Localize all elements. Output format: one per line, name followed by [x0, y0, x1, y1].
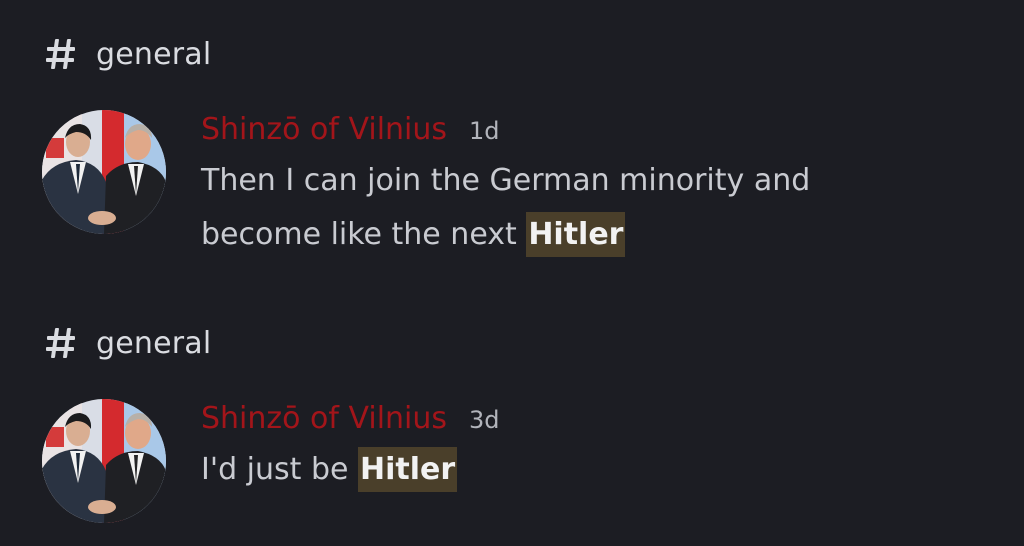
- search-highlight: Hitler: [358, 447, 458, 492]
- avatar[interactable]: [42, 110, 166, 234]
- username[interactable]: Shinzō of Vilnius: [201, 112, 447, 147]
- channel-label[interactable]: general: [44, 323, 211, 363]
- message-header: Shinzō of Vilnius 3d: [201, 401, 1001, 443]
- username[interactable]: Shinzō of Vilnius: [201, 401, 447, 436]
- message: Shinzō of Vilnius 3d I'd just be Hitler: [201, 401, 1001, 497]
- channel-name: general: [96, 36, 212, 72]
- message-line: I'd just be Hitler: [201, 443, 1001, 497]
- message-text: become like the next: [201, 217, 527, 252]
- search-results: general Shinzō of Vilnius 1d Then I can …: [0, 0, 1024, 546]
- hashtag-icon: [44, 37, 78, 71]
- search-highlight: Hitler: [526, 212, 626, 257]
- avatar[interactable]: [42, 399, 166, 523]
- message-header: Shinzō of Vilnius 1d: [201, 112, 1001, 154]
- hashtag-icon: [44, 326, 78, 360]
- channel-name: general: [96, 325, 212, 361]
- channel-label[interactable]: general: [44, 34, 211, 74]
- message-text: I'd just be: [201, 452, 358, 487]
- timestamp: 1d: [469, 117, 500, 145]
- message-content: I'd just be Hitler: [201, 443, 1001, 497]
- message-content: Then I can join the German minority and …: [201, 154, 1001, 262]
- message: Shinzō of Vilnius 1d Then I can join the…: [201, 112, 1001, 262]
- message-line: become like the next Hitler: [201, 208, 1001, 262]
- message-line: Then I can join the German minority and: [201, 163, 811, 198]
- timestamp: 3d: [469, 406, 500, 434]
